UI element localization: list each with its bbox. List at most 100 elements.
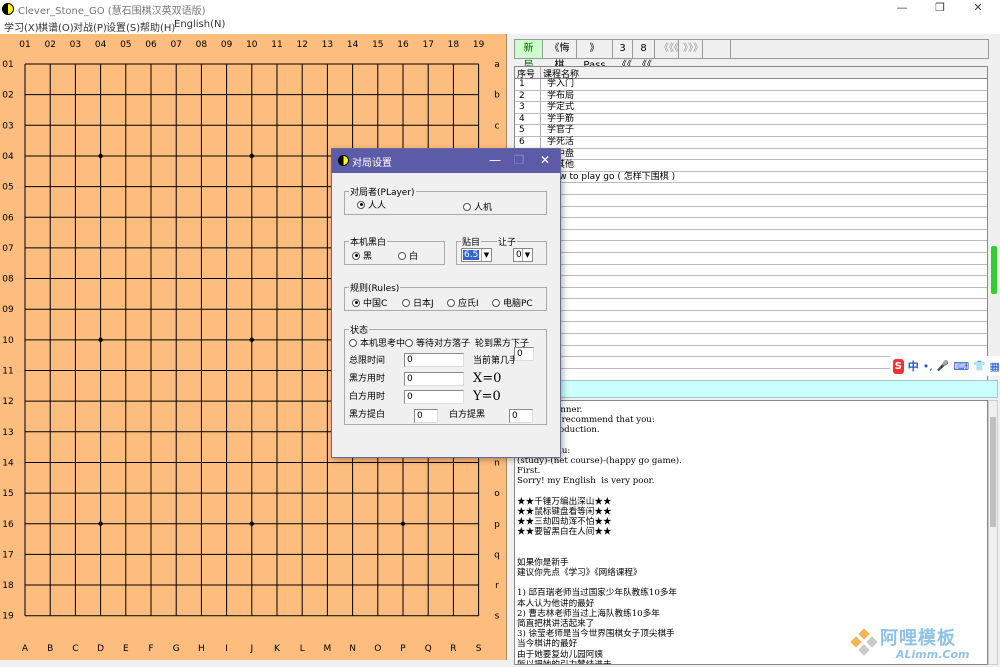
komi-group: 贴目 让子 6.5 ▼ 0 ▼ (456, 235, 547, 265)
radio-dot[interactable] (402, 298, 410, 307)
black-time-field[interactable]: 0 (404, 372, 464, 386)
menu-study[interactable]: 学习(X) (4, 19, 39, 34)
dialog-maximize-button[interactable]: ❐ (508, 152, 530, 170)
total-time-field[interactable]: 0 (404, 353, 464, 367)
menu-records[interactable]: 棋谱(O) (38, 19, 74, 34)
radio-rule-computer[interactable]: 电脑PC (492, 296, 533, 309)
column-number-label: 04 (95, 40, 107, 50)
komi-select[interactable]: 6.5 ▼ (461, 248, 492, 262)
punct-icon[interactable]: •, (923, 360, 933, 373)
table-row[interactable] (515, 287, 987, 300)
message-line: I'm a beginner. (517, 405, 583, 415)
radio-dot[interactable] (349, 338, 357, 347)
radio-dot[interactable] (352, 298, 360, 307)
radio-waiting[interactable]: 等待对方落子 (405, 336, 470, 349)
radio-dot[interactable] (492, 298, 500, 307)
table-row[interactable]: 4 学手筋 (515, 113, 987, 126)
apps-icon[interactable]: ▦ (990, 360, 1000, 373)
table-row[interactable] (515, 241, 987, 253)
toolbar-button[interactable]: 新局 (515, 40, 543, 71)
col-header-index[interactable]: 序号 (515, 67, 541, 80)
toolbar-button[interactable]: 》》》 (679, 40, 703, 58)
white-captures-field[interactable]: 0 (509, 409, 533, 423)
radio-dot[interactable] (463, 202, 471, 211)
table-row[interactable]: 1 学入门 (515, 79, 987, 91)
table-row[interactable]: 6 学死活 (515, 136, 987, 149)
input-bar[interactable] (514, 380, 998, 398)
menu-english[interactable]: English(N) (174, 19, 225, 30)
toolbar-button[interactable] (703, 40, 731, 58)
keyboard-icon[interactable]: ⌨ (953, 360, 969, 373)
table-row[interactable] (515, 334, 987, 346)
column-number-label: 03 (70, 40, 81, 50)
dialog-title-bar[interactable]: 对局设置 — ❐ ✕ (332, 149, 560, 173)
table-row[interactable] (515, 310, 987, 323)
mic-icon[interactable]: 🎤 (937, 361, 949, 372)
row-index: 2 (515, 90, 541, 102)
dropdown-arrow-icon[interactable]: ▼ (522, 249, 532, 261)
scrollbar-thumb[interactable] (991, 246, 997, 294)
table-row[interactable]: How to play go ( 怎样下围棋 ) (515, 171, 987, 184)
table-row[interactable]: 学中盘 (515, 148, 987, 161)
table-row[interactable] (515, 322, 987, 335)
menu-play[interactable]: 对战(P) (73, 19, 107, 34)
table-row[interactable] (515, 252, 987, 265)
table-row[interactable]: 5 学官子 (515, 125, 987, 137)
table-row[interactable] (515, 276, 987, 288)
ime-lang-toggle[interactable]: 中 (908, 358, 919, 374)
radio-dot[interactable] (398, 251, 406, 260)
radio-black[interactable]: 黑 (352, 249, 372, 262)
menu-help[interactable]: 帮助(H) (140, 19, 175, 34)
course-name: 学死活 (547, 136, 575, 147)
radio-thinking[interactable]: 本机思考中 (349, 336, 405, 349)
menu-settings[interactable]: 设置(S) (106, 19, 140, 34)
radio-human-computer[interactable]: 人机 (463, 200, 492, 213)
toolbar-button[interactable]: 》Pass (577, 40, 613, 71)
white-time-field[interactable]: 0 (404, 390, 464, 404)
toolbar-button[interactable]: 《《《 (655, 40, 679, 58)
toolbar-button[interactable]: 8《《 (633, 40, 655, 71)
table-row[interactable]: 2 学布局 (515, 90, 987, 103)
table-row[interactable] (515, 264, 987, 277)
dialog-close-button[interactable]: ✕ (534, 152, 556, 170)
handicap-select[interactable]: 0 ▼ (513, 248, 533, 262)
message-line (517, 537, 987, 547)
dialog-minimize-button[interactable]: — (484, 152, 506, 170)
col-header-course[interactable]: 课程名称 (541, 67, 987, 80)
minimize-button[interactable]: — (884, 0, 920, 18)
move-number-field[interactable]: 0 (514, 347, 534, 361)
table-scrollbar[interactable] (990, 74, 998, 390)
skin-icon[interactable]: 👕 (973, 361, 985, 372)
radio-dot[interactable] (352, 251, 360, 260)
toolbar-button[interactable]: 《悔棋 (543, 40, 577, 71)
black-time-label: 黑方用时 (349, 374, 386, 384)
table-row[interactable] (515, 183, 987, 195)
radio-rule-ing[interactable]: 应氏I (447, 296, 479, 309)
radio-dot[interactable] (405, 338, 413, 347)
scrollbar-thumb[interactable] (990, 417, 996, 527)
radio-rule-japanese[interactable]: 日本J (402, 296, 434, 309)
radio-dot[interactable] (447, 298, 455, 307)
title-bar: Clever_Stone_GO (慧石围棋汉英双语版) — ❐ ✕ (0, 0, 1000, 18)
message-line: ★★千锤万编出深山★★ (517, 496, 612, 507)
watermark-logo-icon (850, 628, 878, 656)
table-row[interactable] (515, 194, 987, 207)
dropdown-arrow-icon[interactable]: ▼ (481, 249, 491, 261)
side-group: 本机黑白 黑 白 (344, 235, 445, 265)
table-row[interactable] (515, 229, 987, 242)
table-row[interactable]: 学其他 (515, 160, 987, 172)
radio-dot[interactable] (357, 200, 365, 209)
table-row[interactable] (515, 299, 987, 311)
table-row[interactable] (515, 206, 987, 219)
table-row[interactable] (515, 218, 987, 230)
radio-rule-chinese[interactable]: 中国C (352, 296, 387, 309)
radio-white[interactable]: 白 (398, 249, 418, 262)
table-row[interactable]: 3 学定式 (515, 102, 987, 114)
message-line: First. (517, 466, 541, 477)
black-captures-field[interactable]: 0 (414, 409, 438, 423)
close-window-button[interactable]: ✕ (960, 0, 996, 18)
toolbar-button[interactable]: 3《《 (613, 40, 633, 71)
maximize-button[interactable]: ❐ (922, 0, 958, 18)
radio-human-human[interactable]: 人人 (357, 198, 386, 211)
sogou-logo-icon[interactable]: S (893, 358, 904, 374)
